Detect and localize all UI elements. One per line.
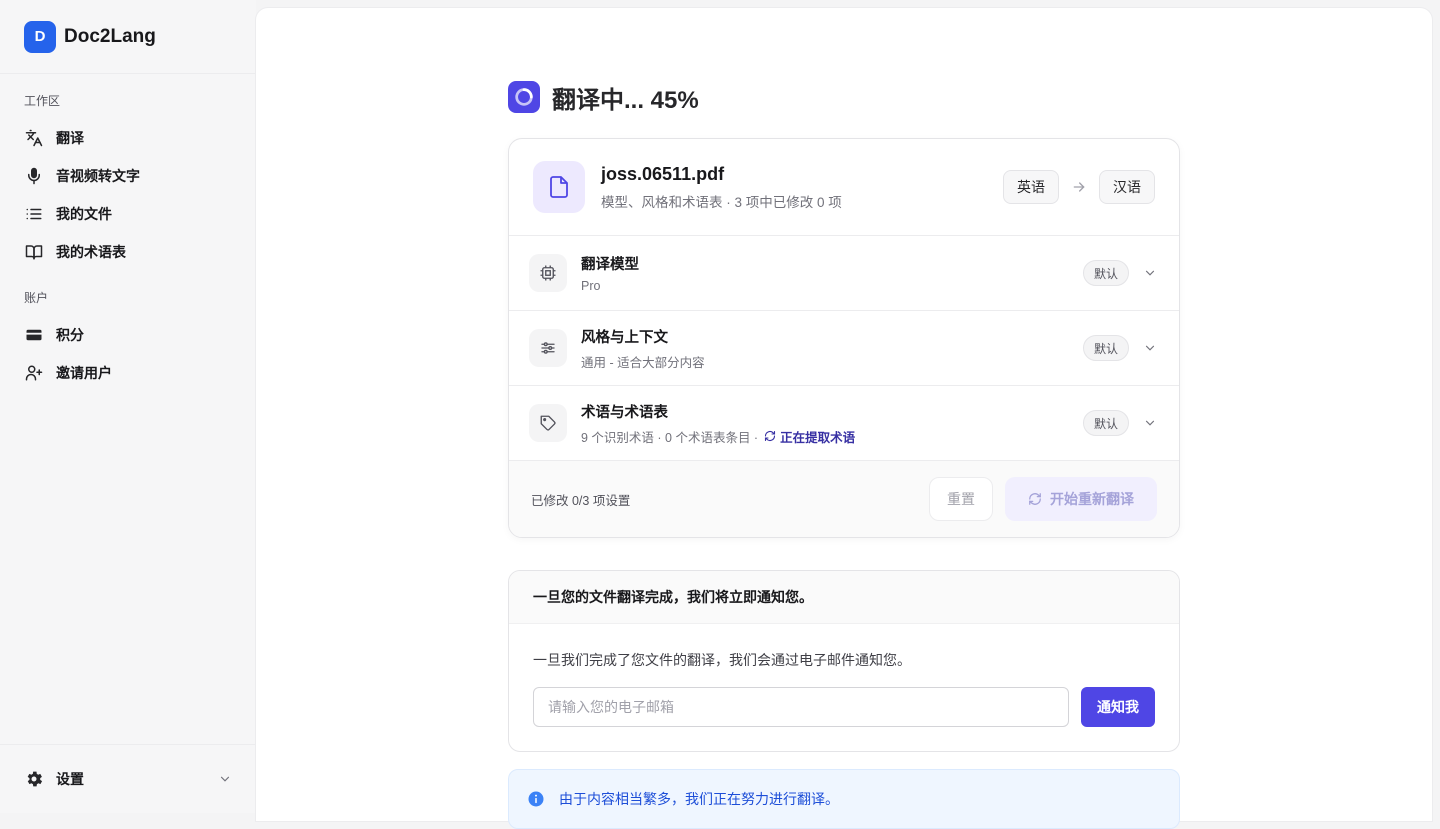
sidebar-item-my-glossary[interactable]: 我的术语表 [24,233,232,271]
sliders-icon [529,329,567,367]
notify-form: 通知我 [533,687,1155,727]
target-language-chip[interactable]: 汉语 [1099,170,1155,204]
sidebar-item-label: 我的文件 [56,206,112,222]
content: 翻译中... 45% joss.06511.pdf 模型、风格和术语表 · 3 … [508,80,1180,829]
account-heading: 账户 [24,291,49,305]
brand-name: Doc2Lang [64,25,156,47]
source-language-chip[interactable]: 英语 [1003,170,1059,204]
refresh-icon [765,430,776,442]
cpu-icon [529,254,567,292]
tag-icon [529,404,567,442]
notify-heading: 一旦您的文件翻译完成，我们将立即通知您。 [509,571,1179,624]
translation-card: joss.06511.pdf 模型、风格和术语表 · 3 项中已修改 0 项 英… [508,138,1180,538]
page-title: 翻译中... 45% [552,86,699,114]
main-panel: 翻译中... 45% joss.06511.pdf 模型、风格和术语表 · 3 … [256,8,1432,829]
title-row: 翻译中... 45% [508,80,1180,114]
glossary-stats: 9 个识别术语 · 0 个术语表条目 · [581,430,759,445]
retranslate-button[interactable]: 开始重新翻译 [1005,477,1157,521]
reset-button[interactable]: 重置 [929,477,993,521]
notify-card: 一旦您的文件翻译完成，我们将立即通知您。 一旦我们完成了您文件的翻译，我们会通过… [508,570,1180,752]
setting-title: 翻译模型 [581,257,639,273]
setting-subtitle: 通用 - 适合大部分内容 [581,355,705,370]
refresh-icon [1029,493,1041,505]
sidebar-item-label: 积分 [56,327,84,343]
credit-card-icon [24,325,44,345]
language-pair: 英语 汉语 [1003,170,1155,204]
app-root: D Doc2Lang 工作区 翻译 音视频转文字 我的文件 我的术语表 账户 积… [0,0,1440,829]
info-banner-text: 由于内容相当繁多，我们正在努力进行翻译。 [559,791,839,807]
setting-subtitle: 9 个识别术语 · 0 个术语表条目 · 正在提取术语 [581,427,1083,446]
file-header: joss.06511.pdf 模型、风格和术语表 · 3 项中已修改 0 项 英… [509,139,1179,236]
file-icon [533,161,585,213]
file-subtitle: 模型、风格和术语表 · 3 项中已修改 0 项 [601,194,842,210]
sidebar-item-transcribe[interactable]: 音视频转文字 [24,157,232,195]
sidebar: D Doc2Lang 工作区 翻译 音视频转文字 我的文件 我的术语表 账户 积… [0,0,256,813]
default-badge: 默认 [1082,335,1129,361]
sidebar-item-translate[interactable]: 翻译 [24,119,232,157]
modified-count: 已修改 0/3 项设置 [531,493,631,508]
sidebar-item-invite-users[interactable]: 邀请用户 [24,354,232,392]
sidebar-item-credits[interactable]: 积分 [24,316,232,354]
list-icon [24,204,44,224]
retranslate-label: 开始重新翻译 [1050,491,1134,507]
card-footer: 已修改 0/3 项设置 重置 开始重新翻译 [509,461,1179,537]
setting-row-model[interactable]: 翻译模型 Pro 默认 [509,236,1179,311]
chevron-down-icon [1143,266,1157,280]
setting-title: 风格与上下文 [581,329,668,346]
notify-me-button[interactable]: 通知我 [1081,687,1155,727]
sidebar-item-label: 翻译 [56,130,84,146]
extracting-label: 正在提取术语 [780,430,856,445]
notify-description: 一旦我们完成了您文件的翻译，我们会通过电子邮件通知您。 [533,652,911,668]
sidebar-item-label: 音视频转文字 [56,168,140,184]
sidebar-item-my-files[interactable]: 我的文件 [24,195,232,233]
setting-subtitle: Pro [581,279,601,293]
workspace-heading: 工作区 [24,94,61,108]
setting-row-style[interactable]: 风格与上下文 通用 - 适合大部分内容 默认 [509,311,1179,386]
sidebar-item-label: 我的术语表 [56,244,126,260]
brand[interactable]: D Doc2Lang [0,0,256,74]
default-badge: 默认 [1082,410,1129,436]
email-input[interactable] [533,687,1069,727]
loading-spinner-icon [508,81,540,113]
chevron-down-icon [218,772,232,786]
brand-logo: D [24,20,56,53]
info-icon [527,790,545,808]
setting-row-glossary[interactable]: 术语与术语表 9 个识别术语 · 0 个术语表条目 · 正在提取术语 默认 [509,386,1179,461]
default-badge: 默认 [1082,260,1129,286]
book-icon [24,242,44,262]
account-section: 账户 积分 邀请用户 [0,271,256,392]
settings-label: 设置 [56,771,84,787]
chevron-down-icon [1143,341,1157,355]
sidebar-item-label: 邀请用户 [56,365,112,381]
setting-title: 术语与术语表 [581,404,668,421]
workspace-section: 工作区 翻译 音视频转文字 我的文件 我的术语表 [0,74,256,271]
gear-icon [24,769,44,789]
extracting-status: 正在提取术语 [764,427,855,446]
chevron-down-icon [1143,416,1157,430]
info-banner: 由于内容相当繁多，我们正在努力进行翻译。 [508,769,1180,829]
file-meta: joss.06511.pdf 模型、风格和术语表 · 3 项中已修改 0 项 [601,164,1003,211]
translate-icon [24,128,44,148]
file-name: joss.06511.pdf [601,163,725,184]
microphone-icon [24,166,44,186]
user-plus-icon [24,363,44,383]
arrow-right-icon [1071,179,1087,195]
settings-menu[interactable]: 设置 [0,744,256,813]
